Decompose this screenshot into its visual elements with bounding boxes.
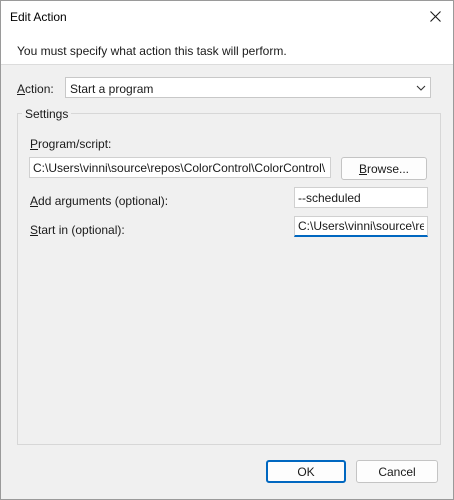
start-in-input[interactable] [295, 217, 427, 235]
title-bar[interactable]: Edit Action [1, 1, 453, 32]
start-in-label: Start in (optional): [30, 223, 125, 237]
add-arguments-field[interactable] [294, 187, 428, 208]
program-script-field[interactable] [29, 157, 331, 178]
add-arguments-label-text: dd arguments (optional): [38, 194, 169, 208]
add-arguments-input[interactable] [295, 188, 427, 207]
cancel-button[interactable]: Cancel [356, 460, 438, 483]
action-dropdown[interactable]: Start a program [65, 77, 431, 98]
program-script-label-text: rogram/script: [38, 137, 112, 151]
browse-button[interactable]: Browse... [341, 157, 427, 180]
start-in-field[interactable] [294, 216, 428, 237]
ok-button[interactable]: OK [266, 460, 346, 483]
close-icon [429, 11, 441, 22]
add-arguments-label: Add arguments (optional): [30, 194, 168, 208]
action-dropdown-value: Start a program [70, 82, 154, 96]
start-in-label-mnemonic: S [30, 223, 39, 237]
window-title: Edit Action [10, 10, 67, 24]
program-script-input[interactable] [30, 158, 330, 177]
close-button[interactable] [417, 1, 453, 32]
instruction-text: You must specify what action this task w… [17, 44, 287, 58]
browse-button-label: rowse... [367, 161, 410, 176]
browse-button-mnemonic: B [358, 161, 367, 176]
program-script-label: Program/script: [30, 137, 111, 151]
action-label-text: ction: [25, 82, 54, 96]
settings-group-label: Settings [22, 107, 72, 121]
start-in-label-text: tart in (optional): [38, 223, 125, 237]
edit-action-dialog: Edit Action You must specify what action… [0, 0, 454, 500]
action-label: Action: [17, 82, 54, 96]
instruction-banner: You must specify what action this task w… [1, 32, 453, 65]
program-script-label-mnemonic: P [30, 137, 39, 151]
add-arguments-label-mnemonic: A [30, 194, 39, 208]
action-label-mnemonic: A [17, 82, 26, 96]
chevron-down-icon [416, 85, 426, 91]
